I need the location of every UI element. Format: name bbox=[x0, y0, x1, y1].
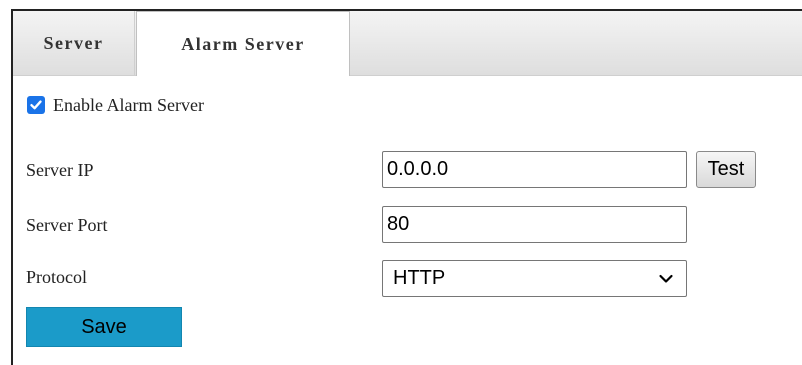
chevron-down-icon bbox=[659, 274, 673, 283]
tab-server[interactable]: Server bbox=[13, 11, 135, 75]
server-port-label: Server Port bbox=[26, 215, 108, 235]
protocol-label: Protocol bbox=[26, 267, 87, 287]
protocol-select[interactable]: HTTP bbox=[382, 260, 687, 297]
server-port-input[interactable]: 80 bbox=[382, 206, 687, 243]
save-button[interactable]: Save bbox=[26, 307, 182, 347]
tab-bar: Server Alarm Server bbox=[13, 11, 802, 76]
enable-alarm-server-label: Enable Alarm Server bbox=[53, 94, 204, 115]
enable-alarm-server-checkbox[interactable] bbox=[27, 96, 45, 114]
protocol-selected-value: HTTP bbox=[393, 267, 446, 289]
checkmark-icon bbox=[30, 100, 42, 110]
server-ip-label: Server IP bbox=[26, 160, 94, 180]
tab-alarm-server[interactable]: Alarm Server bbox=[136, 11, 350, 76]
test-button[interactable]: Test bbox=[696, 151, 756, 188]
enable-alarm-server-checkbox-row[interactable]: Enable Alarm Server bbox=[27, 94, 204, 116]
server-ip-input[interactable]: 0.0.0.0 bbox=[382, 151, 687, 188]
